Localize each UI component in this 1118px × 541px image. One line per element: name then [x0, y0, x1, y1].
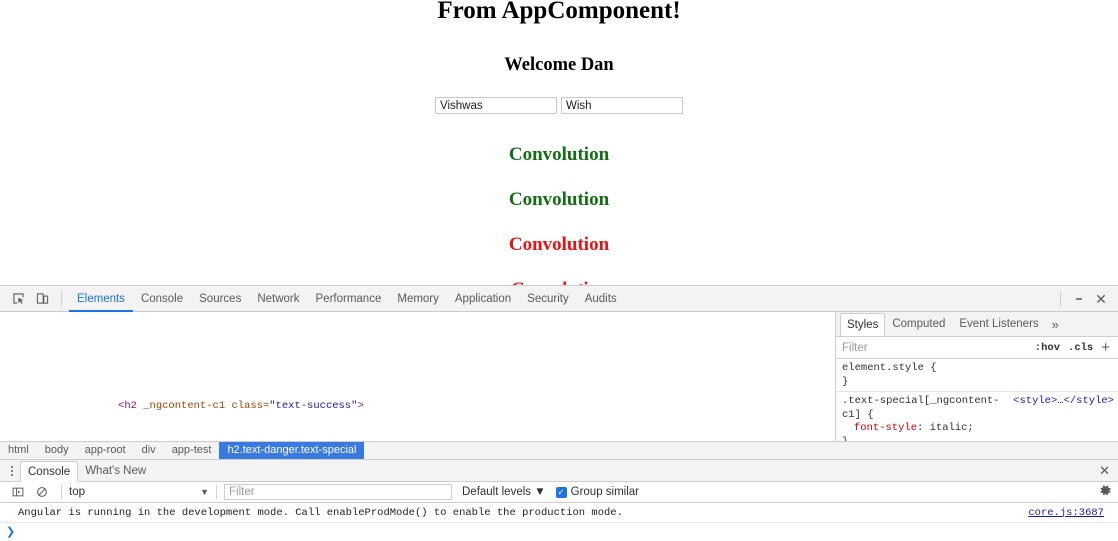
drawer-kebab-menu-icon[interactable] [4, 461, 20, 481]
style-declaration[interactable]: font-style: italic; [842, 422, 1118, 436]
styles-pane: Styles Computed Event Listeners » Filter… [836, 312, 1118, 441]
devtools-panel: Elements Console Sources Network Perform… [0, 285, 1118, 522]
convolution-heading-3: Convolution [0, 211, 1118, 256]
chevron-down-icon: ▼ [200, 487, 209, 497]
style-prop-name: font-style [842, 422, 917, 434]
tab-sources[interactable]: Sources [191, 286, 249, 312]
breadcrumb-item-div[interactable]: div [134, 442, 164, 459]
kebab-menu-icon[interactable] [1068, 289, 1090, 309]
tab-computed[interactable]: Computed [885, 316, 952, 332]
tab-network[interactable]: Network [249, 286, 307, 312]
console-input-prompt[interactable]: ❯ [0, 523, 1118, 541]
style-rule-selector: element.style { [842, 362, 1118, 376]
styles-rules-list: element.style { } <style>…</style> .text… [836, 359, 1118, 441]
console-filter-input[interactable]: Filter [224, 484, 452, 500]
style-colon: : [917, 422, 930, 434]
style-rule-source[interactable]: <style>…</style> [1013, 395, 1118, 409]
breadcrumb-item-body[interactable]: body [37, 442, 77, 459]
dom-line[interactable]: Convolution [0, 436, 835, 441]
console-drawer: Console What's New ✕ top ▼ [0, 459, 1118, 541]
console-context-select[interactable]: top ▼ [69, 486, 209, 498]
console-levels-select[interactable]: Default levels ▼ [462, 486, 546, 498]
tab-audits[interactable]: Audits [577, 286, 625, 312]
style-rule-close: } [842, 376, 1118, 390]
console-context-value: top [69, 486, 85, 498]
rendered-page: From AppComponent! Welcome Dan Convoluti… [0, 0, 1118, 285]
breadcrumb: html body app-root div app-test h2.text-… [0, 441, 1118, 459]
drawer-tab-list: Console What's New ✕ [0, 460, 1118, 482]
tab-elements[interactable]: Elements [69, 286, 133, 312]
page-title: From AppComponent! [0, 0, 1118, 22]
prompt-chevron-icon: ❯ [6, 525, 15, 539]
elements-tree: </h2> <h2 _ngcontent-c1 class="text-succ… [0, 312, 835, 441]
devtools-body: </h2> <h2 _ngcontent-c1 class="text-succ… [0, 312, 1118, 441]
devtools-toolbar: Elements Console Sources Network Perform… [0, 286, 1118, 312]
toolbar-divider [61, 291, 62, 307]
new-style-rule-icon[interactable]: + [1101, 343, 1112, 353]
cls-toggle[interactable]: .cls [1068, 342, 1101, 354]
console-toolbar: top ▼ Filter Default levels ▼ ✓ Group si… [0, 482, 1118, 503]
breadcrumb-item-h2[interactable]: h2.text-danger.text-special [219, 442, 364, 459]
wish-input[interactable] [561, 97, 683, 114]
style-prop-value: italic; [930, 422, 974, 434]
drawer-tab-whats-new[interactable]: What's New [78, 463, 153, 479]
console-sidebar-icon[interactable] [6, 482, 30, 502]
settings-gear-icon[interactable] [1099, 484, 1112, 500]
inputs-row [0, 76, 1118, 114]
close-icon[interactable]: ✕ [1090, 289, 1112, 309]
dom-tag: <h2 [118, 400, 137, 412]
welcome-heading: Welcome Dan [0, 22, 1118, 76]
group-similar-label[interactable]: Group similar [571, 486, 639, 498]
tab-event-listeners[interactable]: Event Listeners [952, 316, 1045, 332]
toolbar-right-actions: ✕ [1053, 289, 1112, 309]
dom-bracket: > [357, 400, 363, 412]
inspect-element-icon[interactable] [6, 289, 30, 309]
styles-filter-input[interactable]: Filter [842, 342, 1035, 354]
dom-attr-class-value: "text-success" [269, 400, 357, 412]
console-divider-2 [216, 485, 217, 499]
style-rule-text-special[interactable]: <style>…</style> .text-special[_ngconten… [842, 395, 1118, 441]
console-message-row[interactable]: Angular is running in the development mo… [0, 503, 1118, 523]
group-similar-checkbox[interactable]: ✓ [556, 487, 567, 498]
tab-application[interactable]: Application [447, 286, 519, 312]
elements-tree-pane[interactable]: </h2> <h2 _ngcontent-c1 class="text-succ… [0, 312, 836, 441]
tab-security[interactable]: Security [519, 286, 577, 312]
style-rule-close: } [842, 436, 1118, 442]
tab-console[interactable]: Console [133, 286, 191, 312]
breadcrumb-item-app-test[interactable]: app-test [164, 442, 220, 459]
clear-console-icon[interactable] [30, 482, 54, 502]
styles-filter-row: Filter :hov .cls + [836, 337, 1118, 359]
convolution-heading-2: Convolution [0, 166, 1118, 211]
convolution-heading-1: Convolution [0, 114, 1118, 166]
tab-styles[interactable]: Styles [840, 313, 885, 336]
styles-tab-list: Styles Computed Event Listeners » [836, 312, 1118, 337]
style-rule-element-style[interactable]: element.style { } [842, 362, 1118, 389]
hov-toggle[interactable]: :hov [1035, 342, 1068, 354]
drawer-close-icon[interactable]: ✕ [1091, 463, 1118, 479]
styles-more-tabs-icon[interactable]: » [1046, 317, 1065, 332]
dom-line[interactable]: <h2 _ngcontent-c1 class="text-success"> [0, 388, 835, 400]
tab-memory[interactable]: Memory [389, 286, 447, 312]
convolution-heading-4: Convolution [0, 256, 1118, 285]
drawer-tab-console[interactable]: Console [20, 461, 78, 482]
dom-attr-ngcontent: _ngcontent-c1 [137, 400, 225, 412]
dom-attr-class: class= [225, 400, 269, 412]
dom-line[interactable]: </h2> [0, 341, 835, 351]
toolbar-divider-right [1060, 291, 1061, 307]
rule-divider [836, 391, 1118, 392]
console-divider [61, 485, 62, 499]
console-message-source-link[interactable]: core.js:3687 [1028, 507, 1118, 519]
style-rule-header: <style>…</style> .text-special[_ngconten… [842, 395, 1118, 422]
style-rule-selector: .text-special[_ngcontent-c1] { [842, 395, 1000, 421]
name-input[interactable] [435, 97, 557, 114]
breadcrumb-item-app-root[interactable]: app-root [77, 442, 134, 459]
devtools-tab-list: Elements Console Sources Network Perform… [69, 286, 1053, 312]
device-toolbar-icon[interactable] [30, 289, 54, 309]
console-message-text: Angular is running in the development mo… [18, 507, 623, 519]
tab-performance[interactable]: Performance [308, 286, 390, 312]
breadcrumb-item-html[interactable]: html [0, 442, 37, 459]
